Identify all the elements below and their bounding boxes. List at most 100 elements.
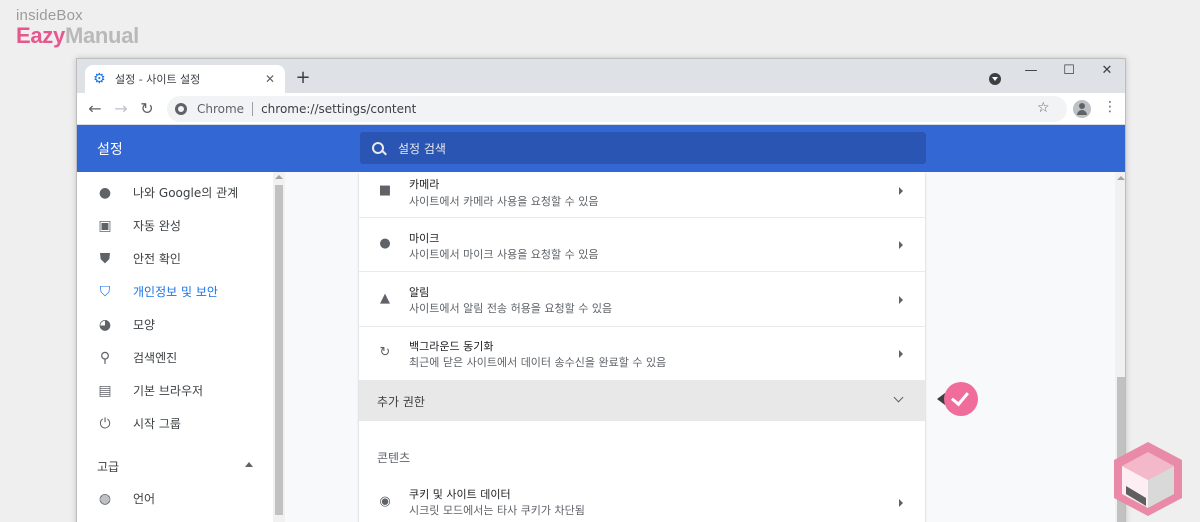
row-cookies[interactable]: ◉ 쿠키 및 사이트 데이터 시크릿 모드에서는 타사 쿠키가 차단됨 — [359, 478, 925, 522]
chevron-right-icon — [899, 499, 903, 507]
content-section-label: 콘텐츠 — [377, 451, 411, 465]
sidebar-item-privacy[interactable]: ⛉ 개인정보 및 보안 — [77, 275, 273, 308]
sidebar-advanced-label[interactable]: 고급 — [97, 458, 119, 475]
main-content: ■ 카메라 사이트에서 카메라 사용을 요청할 수 있음 ● 마이크 사이트에서… — [285, 172, 1115, 522]
tab-title: 설정 - 사이트 설정 — [115, 73, 201, 86]
sidebar-item-label: 검색엔진 — [133, 351, 178, 365]
sidebar-item-google[interactable]: ● 나와 Google의 관계 — [77, 176, 273, 209]
sidebar-item-default-browser[interactable]: ▤ 기본 브라우저 — [77, 374, 273, 407]
sidebar-item-label: 자동 완성 — [133, 219, 181, 233]
tab-search-icon[interactable] — [989, 73, 1001, 85]
row-microphone[interactable]: ● 마이크 사이트에서 마이크 사용을 요청할 수 있음 — [359, 218, 925, 272]
tab-strip: ⚙ 설정 - 사이트 설정 ✕ + — ☐ ✕ — [77, 59, 1125, 93]
watermark-line2: EazyManual — [16, 25, 139, 47]
reload-button[interactable]: ↻ — [137, 99, 157, 118]
extra-permissions-label: 추가 권한 — [377, 395, 425, 409]
shield-half-icon: ⛉ — [99, 283, 111, 300]
site-settings-card: ■ 카메라 사이트에서 카메라 사용을 요청할 수 있음 ● 마이크 사이트에서… — [359, 172, 925, 522]
url-text[interactable]: chrome://settings/content — [261, 102, 416, 116]
sidebar-item-startup[interactable]: ⏻ 시작 그룹 — [77, 407, 273, 440]
sidebar-item-autofill[interactable]: ▣ 자동 완성 — [77, 209, 273, 242]
chevron-right-icon — [899, 187, 903, 195]
sidebar-item-label: 나와 Google의 관계 — [133, 186, 239, 200]
new-tab-button[interactable]: + — [293, 67, 313, 88]
tab-settings[interactable]: ⚙ 설정 - 사이트 설정 ✕ — [85, 65, 285, 93]
caret-up-icon[interactable] — [245, 462, 253, 467]
close-icon[interactable]: ✕ — [263, 72, 277, 86]
sync-icon: ↻ — [379, 345, 391, 360]
search-icon — [372, 142, 384, 154]
sidebar-item-label: 모양 — [133, 318, 156, 332]
chevron-right-icon — [899, 350, 903, 358]
sidebar: ● 나와 Google의 관계 ▣ 자동 완성 ⛊ 안전 확인 ⛉ 개인정보 및… — [77, 172, 273, 522]
window-close-button[interactable]: ✕ — [1097, 63, 1117, 78]
power-icon: ⏻ — [99, 415, 111, 432]
forward-button[interactable]: → — [111, 99, 131, 118]
row-background-sync[interactable]: ↻ 백그라운드 동기화 최근에 닫은 사이트에서 데이터 송수신을 완료할 수 … — [359, 327, 925, 381]
watermark-manual: Manual — [64, 23, 139, 48]
sidebar-scroll-up-arrow[interactable] — [275, 175, 283, 179]
cookie-icon: ◉ — [379, 494, 391, 509]
scheme-label: Chrome — [197, 102, 245, 116]
person-icon: ● — [98, 184, 112, 201]
sidebar-item-label: 시작 그룹 — [133, 417, 181, 431]
microphone-icon: ● — [379, 236, 391, 251]
clipboard-icon: ▣ — [98, 217, 112, 234]
row-title: 백그라운드 동기화 — [409, 340, 494, 353]
chevron-right-icon — [899, 296, 903, 304]
page-title: 설정 — [97, 142, 123, 158]
chrome-icon — [175, 103, 187, 115]
extra-permissions-toggle[interactable]: 추가 권한 — [359, 381, 925, 421]
watermark-logo: insideBox EazyManual — [16, 8, 139, 47]
row-title: 알림 — [409, 286, 430, 299]
chevron-down-icon — [893, 392, 904, 403]
row-subtitle: 최근에 닫은 사이트에서 데이터 송수신을 완료할 수 있음 — [409, 356, 667, 369]
bookmark-star-icon[interactable]: ☆ — [1037, 100, 1050, 116]
watermark-eazy: Eazy — [16, 23, 65, 48]
cube-logo-icon — [1114, 442, 1182, 516]
sidebar-item-label: 언어 — [133, 492, 156, 506]
row-title: 쿠키 및 사이트 데이터 — [409, 488, 511, 501]
address-bar[interactable]: Chrome chrome://settings/content — [167, 96, 1067, 122]
maximize-button[interactable]: ☐ — [1059, 63, 1079, 78]
search-icon: ⚲ — [99, 349, 111, 366]
sidebar-item-language[interactable]: ◍ 언어 — [77, 482, 273, 515]
gear-icon: ⚙ — [93, 71, 106, 87]
row-subtitle: 시크릿 모드에서는 타사 쿠키가 차단됨 — [409, 504, 585, 517]
row-camera[interactable]: ■ 카메라 사이트에서 카메라 사용을 요청할 수 있음 — [359, 172, 925, 218]
minimize-button[interactable]: — — [1021, 63, 1041, 78]
row-subtitle: 사이트에서 마이크 사용을 요청할 수 있음 — [409, 248, 599, 261]
chevron-right-icon — [899, 241, 903, 249]
watermark-line1: insideBox — [16, 7, 83, 24]
sidebar-item-label: 개인정보 및 보안 — [133, 285, 218, 299]
sidebar-item-appearance[interactable]: ◕ 모양 — [77, 308, 273, 341]
search-placeholder: 설정 검색 — [398, 141, 446, 156]
row-notifications[interactable]: ▲ 알림 사이트에서 알림 전송 허용을 요청할 수 있음 — [359, 272, 925, 327]
bell-icon: ▲ — [380, 291, 390, 306]
settings-header: 설정 설정 검색 — [77, 125, 1125, 172]
main-scroll-up-arrow[interactable] — [1117, 176, 1125, 180]
browser-window: ⚙ 설정 - 사이트 설정 ✕ + — ☐ ✕ ← → ↻ Chrome chr… — [76, 58, 1126, 522]
browser-toolbar: ← → ↻ Chrome chrome://settings/content ☆… — [77, 93, 1125, 125]
palette-icon: ◕ — [98, 316, 112, 333]
globe-icon: ◍ — [98, 490, 112, 507]
row-subtitle: 사이트에서 알림 전송 허용을 요청할 수 있음 — [409, 302, 613, 315]
sidebar-item-label: 안전 확인 — [133, 252, 181, 266]
row-title: 마이크 — [409, 232, 440, 245]
sidebar-item-safety[interactable]: ⛊ 안전 확인 — [77, 242, 273, 275]
settings-search-input[interactable]: 설정 검색 — [360, 132, 926, 164]
shield-icon: ⛊ — [99, 250, 111, 267]
sidebar-item-label: 기본 브라우저 — [133, 384, 204, 398]
camera-icon: ■ — [378, 183, 392, 198]
browser-icon: ▤ — [98, 382, 112, 399]
check-badge-icon — [944, 382, 978, 416]
row-subtitle: 사이트에서 카메라 사용을 요청할 수 있음 — [409, 195, 599, 208]
omnibox-separator — [252, 102, 254, 116]
profile-avatar[interactable] — [1073, 100, 1091, 118]
checkmark-icon — [951, 387, 969, 407]
sidebar-item-search-engine[interactable]: ⚲ 검색엔진 — [77, 341, 273, 374]
menu-icon[interactable]: ⋮ — [1103, 99, 1117, 115]
back-button[interactable]: ← — [85, 99, 105, 118]
sidebar-scroll-thumb[interactable] — [275, 185, 283, 515]
row-title: 카메라 — [409, 178, 440, 191]
